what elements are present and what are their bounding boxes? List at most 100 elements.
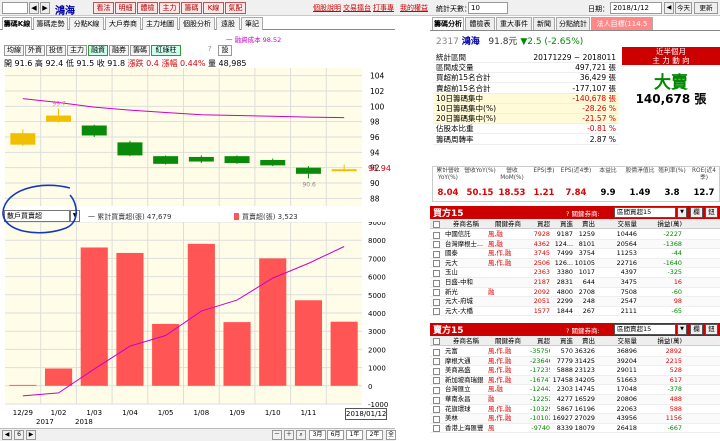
right-tab-1[interactable]: 體檢表 bbox=[465, 17, 495, 30]
column-header[interactable]: 損益(萬) bbox=[640, 219, 682, 229]
row-checkbox[interactable] bbox=[433, 298, 440, 306]
broker-name[interactable]: 元富 bbox=[445, 347, 487, 357]
indicator-6[interactable]: 籌碼 bbox=[130, 45, 150, 56]
row-checkbox[interactable] bbox=[433, 250, 440, 258]
buysell-bar[interactable] bbox=[152, 323, 180, 386]
chevron-down-icon[interactable]: ▼ bbox=[677, 324, 687, 335]
right-tab-3[interactable]: 新聞 bbox=[533, 17, 555, 30]
candle-body[interactable] bbox=[260, 160, 286, 166]
today-button[interactable]: 今天 bbox=[675, 2, 692, 14]
toolbar-btn-6[interactable]: 氣配 bbox=[225, 2, 246, 14]
broker-name[interactable]: 台灣摩根士... bbox=[445, 240, 487, 250]
refresh-button[interactable]: 更新 bbox=[694, 2, 718, 14]
row-checkbox[interactable] bbox=[433, 386, 440, 394]
indicator-0[interactable]: 均線 bbox=[4, 45, 24, 56]
left-tab-5[interactable]: 個股分析 bbox=[179, 17, 215, 30]
broker-name[interactable]: 華南永昌 bbox=[445, 395, 487, 405]
page-prev-button[interactable]: ◀ bbox=[2, 430, 12, 440]
buysell-bar[interactable] bbox=[187, 243, 215, 386]
broker-name[interactable]: 摩根大通 bbox=[445, 357, 487, 367]
column-header[interactable]: 買進 bbox=[552, 219, 573, 229]
indicator-2[interactable]: 投信 bbox=[46, 45, 66, 56]
column-header[interactable]: 交易量 bbox=[597, 219, 638, 229]
row-checkbox[interactable] bbox=[433, 260, 440, 268]
broker-name[interactable]: 國泰 bbox=[445, 249, 487, 259]
days-select[interactable]: 10 bbox=[468, 2, 508, 14]
buy-option-button[interactable]: 鈕 bbox=[705, 207, 718, 218]
next-stock-button[interactable]: ▶ bbox=[40, 2, 50, 14]
select-all-checkbox[interactable] bbox=[433, 220, 440, 228]
row-checkbox[interactable] bbox=[433, 358, 440, 366]
column-header[interactable]: 關鍵券商 bbox=[488, 336, 528, 346]
range-button-3[interactable]: 2年 bbox=[366, 430, 383, 440]
column-header[interactable]: 關鍵券商 bbox=[488, 219, 528, 229]
row-checkbox[interactable] bbox=[433, 279, 440, 287]
toolbar-link-0[interactable]: 個股說明 bbox=[313, 3, 341, 13]
broker-name[interactable]: 香港上海匯豐 bbox=[445, 424, 487, 434]
zoom-in-icon[interactable]: ＋ bbox=[284, 430, 294, 440]
buysell-bar[interactable] bbox=[80, 247, 108, 386]
broker-name[interactable]: 新光 bbox=[445, 288, 487, 298]
column-header[interactable]: 賣出 bbox=[574, 219, 595, 229]
settings-button[interactable]: 設 bbox=[218, 45, 232, 56]
indicator-4[interactable]: 融資 bbox=[88, 45, 108, 56]
row-checkbox[interactable] bbox=[433, 415, 440, 423]
indicator-7[interactable]: 紅綠柱 bbox=[151, 45, 181, 56]
range-button-2[interactable]: 1年 bbox=[346, 430, 363, 440]
column-header[interactable]: 交易量 bbox=[597, 336, 638, 346]
toolbar-btn-5[interactable]: K線 bbox=[203, 2, 224, 14]
sell-filter-select[interactable]: 區間賣超15 bbox=[614, 324, 676, 335]
broker-name[interactable]: 美林 bbox=[445, 414, 487, 424]
buy-columns-button[interactable]: 欄 bbox=[690, 207, 703, 218]
column-header[interactable]: 賣出 bbox=[574, 336, 595, 346]
column-header[interactable]: 買超 bbox=[530, 336, 550, 346]
left-tab-3[interactable]: 大戶券商 bbox=[105, 17, 141, 30]
candle-body[interactable] bbox=[153, 156, 179, 164]
range-button-4[interactable]: 全部 bbox=[386, 430, 396, 440]
range-button-1[interactable]: 6月 bbox=[327, 430, 344, 440]
buysell-bar[interactable] bbox=[223, 322, 251, 386]
toolbar-link-3[interactable]: 我的權益 bbox=[400, 3, 428, 13]
row-checkbox[interactable] bbox=[433, 308, 440, 316]
candle-body[interactable] bbox=[117, 142, 143, 156]
toolbar-btn-4[interactable]: 籌碼 bbox=[181, 2, 202, 14]
range-button-0[interactable]: 3月 bbox=[309, 430, 326, 440]
broker-name[interactable]: 元大-府城 bbox=[445, 297, 487, 307]
toolbar-btn-2[interactable]: 體檢 bbox=[137, 2, 158, 14]
toolbar-btn-0[interactable]: 看法 bbox=[93, 2, 114, 14]
left-tab-0[interactable]: 籌碼K線 bbox=[2, 17, 32, 30]
chevron-down-icon[interactable]: ▼ bbox=[677, 207, 687, 218]
row-checkbox[interactable] bbox=[433, 241, 440, 249]
column-header[interactable]: 券商名稱 bbox=[445, 219, 487, 229]
candle-body[interactable] bbox=[81, 125, 107, 136]
broker-name[interactable]: 花旗環球 bbox=[445, 405, 487, 415]
row-checkbox[interactable] bbox=[433, 367, 440, 375]
candle-body[interactable] bbox=[46, 115, 72, 122]
sell-option-button[interactable]: 鈕 bbox=[705, 324, 718, 335]
search-icon[interactable]: ⌕ bbox=[296, 430, 306, 440]
sell-columns-button[interactable]: 欄 bbox=[690, 324, 703, 335]
broker-name[interactable]: 美商高盛 bbox=[445, 366, 487, 376]
broker-name[interactable]: 元大 bbox=[445, 259, 487, 269]
left-tab-4[interactable]: 主力地圖 bbox=[142, 17, 178, 30]
row-checkbox[interactable] bbox=[433, 406, 440, 414]
row-checkbox[interactable] bbox=[433, 348, 440, 356]
column-header[interactable]: 券商名稱 bbox=[445, 336, 487, 346]
candle-body[interactable] bbox=[295, 167, 321, 174]
candle-body[interactable] bbox=[188, 156, 214, 162]
column-header[interactable]: 買超 bbox=[530, 219, 550, 229]
buysell-bar[interactable] bbox=[294, 300, 323, 386]
prev-stock-button[interactable]: ◀ bbox=[29, 2, 39, 14]
broker-name[interactable]: 台灣匯立 bbox=[445, 385, 487, 395]
left-tab-6[interactable]: 遠股 bbox=[216, 17, 240, 30]
stock-code-input[interactable] bbox=[2, 2, 28, 14]
indicator-5[interactable]: 融券 bbox=[109, 45, 129, 56]
broker-name[interactable]: 日盛-中和 bbox=[445, 278, 487, 288]
broker-name[interactable]: 玉山 bbox=[445, 268, 487, 278]
toolbar-link-2[interactable]: 打事專 bbox=[373, 3, 394, 13]
right-tab-4[interactable]: 分點統計 bbox=[556, 17, 590, 30]
column-header[interactable]: 買進 bbox=[552, 336, 573, 346]
left-tab-2[interactable]: 分點K線 bbox=[69, 17, 104, 30]
buysell-bar[interactable] bbox=[116, 252, 144, 386]
broker-name[interactable]: 新加坡商瑞銀 bbox=[445, 376, 487, 386]
